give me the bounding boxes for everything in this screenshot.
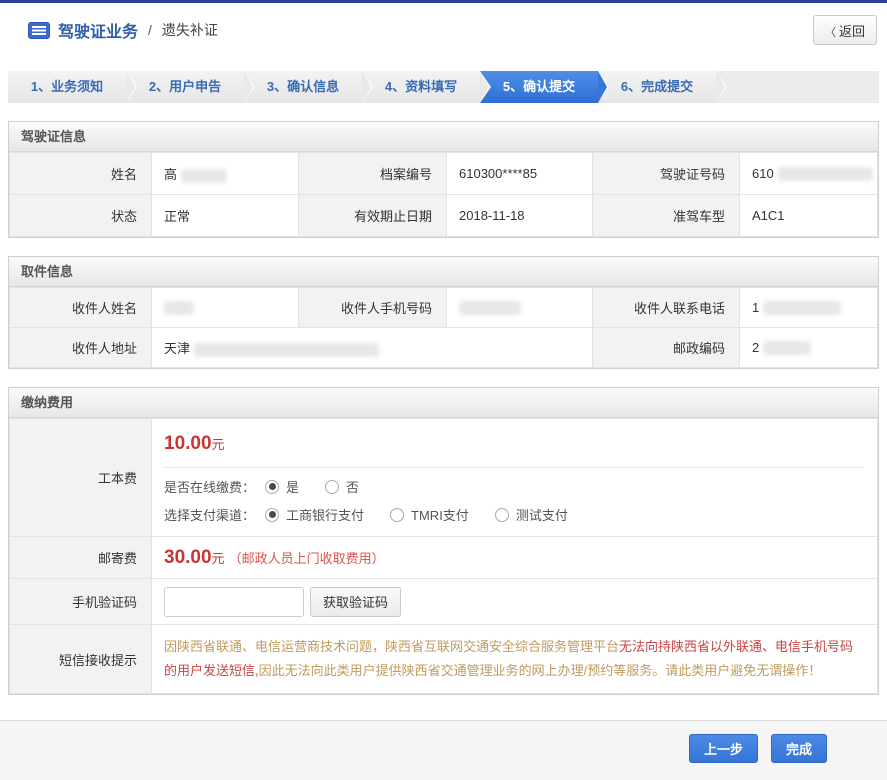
radio-channel-test[interactable]: 测试支付 (495, 505, 568, 524)
step-6-complete-submit[interactable]: 6、完成提交 (598, 71, 716, 103)
back-chevron-icon: 〈 (825, 27, 836, 39)
radio-unselected-icon (325, 480, 339, 494)
license-number-value: 610 (740, 153, 878, 195)
back-button[interactable]: 〈返回 (813, 15, 877, 45)
redacted-value (763, 341, 811, 355)
breadcrumb-separator: / (148, 22, 152, 38)
page-header: 驾驶证业务 / 遗失补证 〈返回 (0, 3, 887, 55)
name-value: 高 (152, 153, 299, 195)
recipient-phone-value: 1 (740, 288, 878, 328)
radio-online-yes[interactable]: 是 (265, 477, 299, 496)
page-title: 驾驶证业务 (58, 18, 138, 42)
pickup-info-panel: 取件信息 收件人姓名 收件人手机号码 收件人联系电话 1 收件人地址 天津 邮政… (8, 256, 879, 369)
pay-channel-question: 选择支付渠道： (164, 505, 255, 524)
radio-unselected-icon (390, 508, 404, 522)
finish-button[interactable]: 完成 (771, 734, 827, 763)
recipient-mobile-value (447, 288, 593, 328)
production-fee-cell: 10.00元 是否在线缴费： 是 否 选择支付渠道： 工商银行支付 TMRI支付… (152, 419, 878, 537)
vehicle-class-label: 准驾车型 (593, 195, 740, 237)
step-4-fill-data[interactable]: 4、资料填写 (362, 71, 480, 103)
step-2-user-declaration[interactable]: 2、用户申告 (126, 71, 244, 103)
step-3-confirm-info[interactable]: 3、确认信息 (244, 71, 362, 103)
redacted-value (763, 301, 841, 315)
mail-fee-amount: 30.00 (164, 547, 212, 568)
redacted-value (778, 167, 873, 181)
production-fee-unit: 元 (212, 437, 225, 452)
license-number-label: 驾驶证号码 (593, 153, 740, 195)
sms-code-cell: 获取验证码 (152, 579, 878, 625)
mail-fee-unit: 元 (212, 551, 225, 566)
redacted-value (164, 301, 194, 315)
table-row: 状态 正常 有效期止日期 2018-11-18 准驾车型 A1C1 (10, 195, 878, 237)
payment-panel: 缴纳费用 工本费 10.00元 是否在线缴费： 是 否 选择支付渠道： 工商银行… (8, 387, 879, 695)
wizard-filler (716, 71, 879, 103)
mail-fee-cell: 30.00元 （邮政人员上门收取费用） (152, 537, 878, 579)
table-row: 收件人姓名 收件人手机号码 收件人联系电话 1 (10, 288, 878, 328)
notice-segment: 因此无法向此类用户提供陕西省交通管理业务的网上办理/预约等服务。请此类用户避免无… (259, 663, 822, 678)
table-row: 邮寄费 30.00元 （邮政人员上门收取费用） (10, 537, 878, 579)
list-icon (28, 22, 50, 39)
status-label: 状态 (10, 195, 152, 237)
table-row: 短信接收提示 因陕西省联通、电信运营商技术问题，陕西省互联网交通安全综合服务管理… (10, 625, 878, 694)
postal-code-value: 2 (740, 328, 878, 368)
step-1-business-notice[interactable]: 1、业务须知 (8, 71, 126, 103)
table-row: 姓名 高 档案编号 610300****85 驾驶证号码 610 (10, 153, 878, 195)
radio-channel-tmri[interactable]: TMRI支付 (390, 505, 469, 524)
recipient-mobile-label: 收件人手机号码 (299, 288, 447, 328)
prev-step-button[interactable]: 上一步 (689, 734, 758, 763)
mail-fee-label: 邮寄费 (10, 537, 152, 579)
sms-notice-text: 因陕西省联通、电信运营商技术问题，陕西省互联网交通安全综合服务管理平台无法向持陕… (152, 625, 878, 694)
notice-segment: 因陕西省联通、电信运营商技术问题，陕西省互联网交通安全综合服务管理平台 (164, 639, 619, 654)
back-label: 返回 (839, 24, 865, 39)
license-info-panel: 驾驶证信息 姓名 高 档案编号 610300****85 驾驶证号码 610 状… (8, 121, 879, 238)
table-row: 收件人地址 天津 邮政编码 2 (10, 328, 878, 368)
postal-code-label: 邮政编码 (593, 328, 740, 368)
mail-fee-note: （邮政人员上门收取费用） (229, 551, 385, 566)
recipient-name-value (152, 288, 299, 328)
redacted-value (181, 169, 227, 183)
footer-bar: 上一步 完成 (0, 720, 887, 780)
production-fee-amount: 10.00 (164, 433, 212, 454)
file-number-label: 档案编号 (299, 153, 447, 195)
sms-code-label: 手机验证码 (10, 579, 152, 625)
breadcrumb-current: 遗失补证 (162, 20, 218, 40)
status-value: 正常 (152, 195, 299, 237)
recipient-address-label: 收件人地址 (10, 328, 152, 368)
sms-code-input[interactable] (164, 587, 304, 617)
vehicle-class-value: A1C1 (740, 195, 878, 237)
redacted-value (459, 301, 521, 315)
recipient-name-label: 收件人姓名 (10, 288, 152, 328)
radio-selected-icon (265, 508, 279, 522)
expiry-date-value: 2018-11-18 (447, 195, 593, 237)
name-label: 姓名 (10, 153, 152, 195)
recipient-address-value: 天津 (152, 328, 593, 368)
redacted-value (194, 343, 379, 357)
production-fee-label: 工本费 (10, 419, 152, 537)
table-row: 手机验证码 获取验证码 (10, 579, 878, 625)
step-wizard: 1、业务须知 2、用户申告 3、确认信息 4、资料填写 5、确认提交 6、完成提… (8, 71, 879, 103)
license-info-title: 驾驶证信息 (9, 122, 878, 152)
table-row: 工本费 10.00元 是否在线缴费： 是 否 选择支付渠道： 工商银行支付 TM… (10, 419, 878, 537)
online-pay-question: 是否在线缴费： (164, 477, 255, 496)
radio-unselected-icon (495, 508, 509, 522)
sms-notice-label: 短信接收提示 (10, 625, 152, 694)
file-number-value: 610300****85 (447, 153, 593, 195)
recipient-phone-label: 收件人联系电话 (593, 288, 740, 328)
radio-selected-icon (265, 480, 279, 494)
expiry-date-label: 有效期止日期 (299, 195, 447, 237)
get-code-button[interactable]: 获取验证码 (310, 587, 401, 617)
payment-title: 缴纳费用 (9, 388, 878, 418)
radio-channel-icbc[interactable]: 工商银行支付 (265, 505, 364, 524)
step-5-confirm-submit[interactable]: 5、确认提交 (480, 71, 598, 103)
pickup-info-title: 取件信息 (9, 257, 878, 287)
radio-online-no[interactable]: 否 (325, 477, 359, 496)
